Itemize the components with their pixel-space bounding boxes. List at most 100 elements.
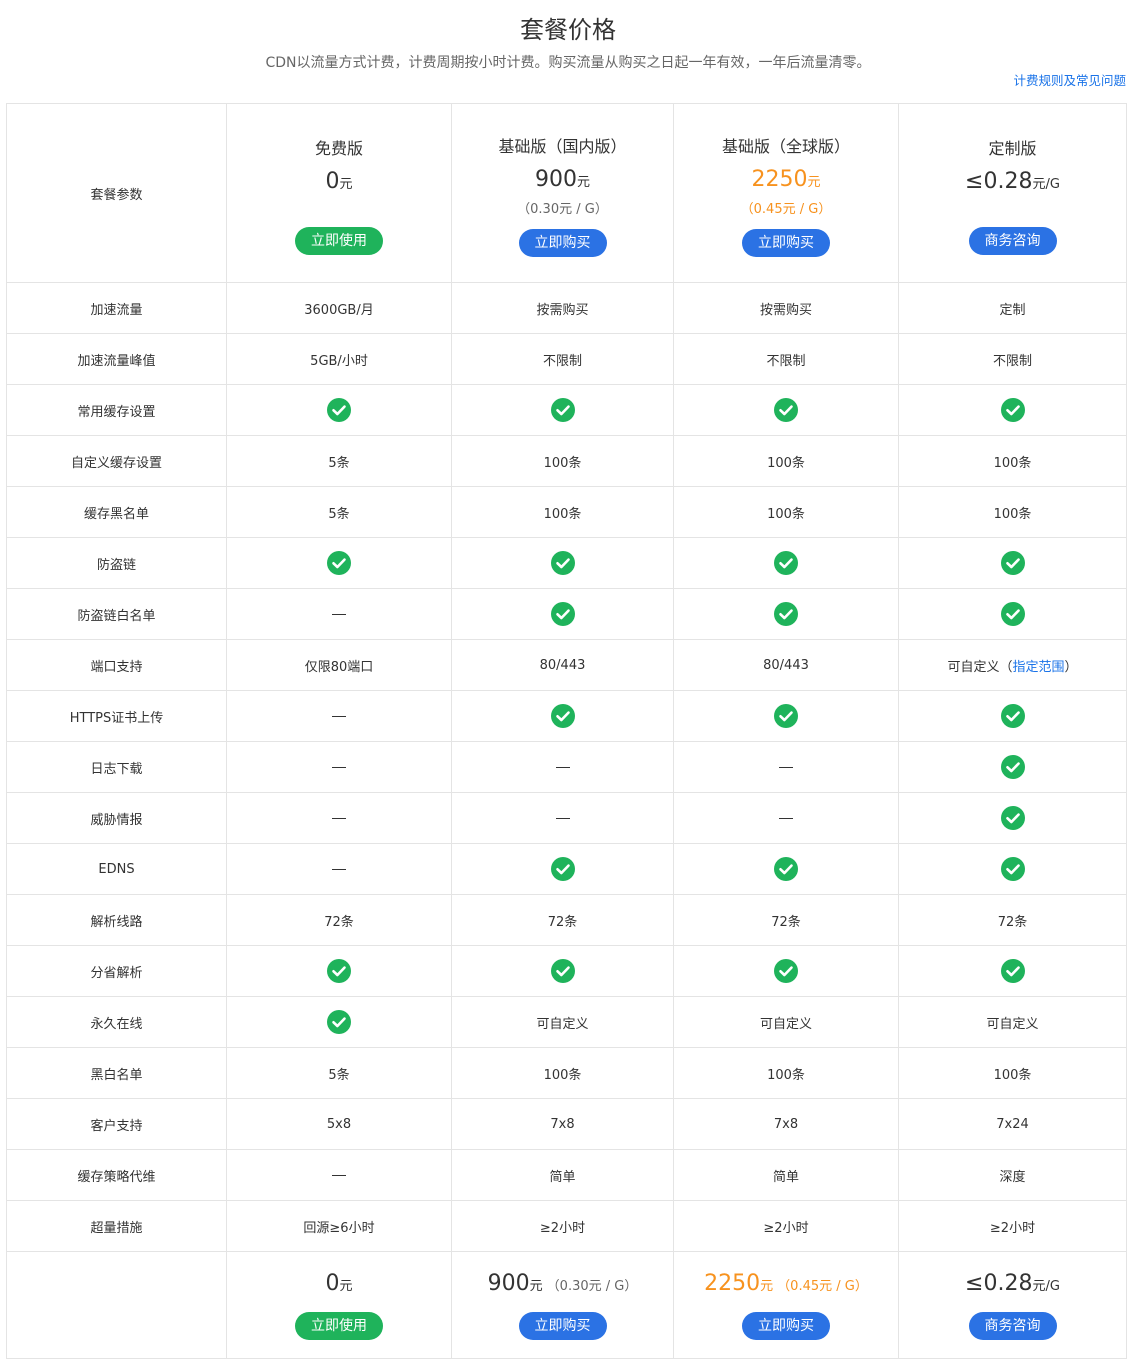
check-icon	[1000, 704, 1025, 728]
feature-row: 客户支持 5x8 7x8 7x8 7x24	[6, 1098, 1127, 1150]
buy-now-button[interactable]: 立即购买	[742, 229, 830, 257]
feature-cell: 100条	[673, 1047, 899, 1099]
dash-icon	[332, 1174, 346, 1176]
feature-row: HTTPS证书上传	[6, 690, 1127, 742]
dash-icon	[779, 766, 793, 768]
cell-text: 100条	[993, 1067, 1032, 1083]
price-unit: 元	[529, 1278, 543, 1294]
buy-now-button[interactable]: 立即购买	[742, 1311, 830, 1340]
price-per-gb: （0.30元 / G）	[517, 202, 608, 217]
feature-label: 常用缓存设置	[6, 384, 227, 436]
price-unit: 元	[576, 175, 590, 190]
cell-text-suffix: ）	[1064, 659, 1078, 675]
price-line: 2250元	[674, 167, 898, 196]
buy-now-button[interactable]: 立即购买	[518, 229, 607, 257]
business-consult-button[interactable]: 商务咨询	[968, 1311, 1057, 1340]
cell-text: ≥2小时	[763, 1220, 809, 1236]
feature-cell	[226, 945, 452, 997]
feature-cell: 7x8	[673, 1098, 899, 1150]
plan-column-footer: 2250元 （0.45元 / G） 立即购买	[673, 1251, 899, 1359]
check-icon	[1000, 398, 1025, 422]
price-amount: 900	[534, 167, 577, 192]
feature-cell: 仅限80端口	[226, 639, 452, 691]
feature-cell	[226, 690, 452, 742]
feature-row: 超量措施 回源≥6小时 ≥2小时 ≥2小时 ≥2小时	[6, 1200, 1127, 1252]
row-label: 套餐参数	[6, 103, 227, 283]
feature-cell	[451, 384, 674, 436]
price-unit: 元	[339, 177, 353, 192]
price-amount: ≤0.28	[965, 169, 1033, 194]
business-consult-button[interactable]: 商务咨询	[968, 227, 1057, 255]
cell-text: 仅限80端口	[304, 659, 374, 675]
feature-cell	[898, 690, 1127, 742]
feature-label: EDNS	[6, 843, 227, 895]
feature-cell	[898, 792, 1127, 844]
feature-cell: 可自定义	[673, 996, 899, 1048]
buy-now-button[interactable]: 立即购买	[518, 1311, 607, 1340]
price-per-gb: （0.45元 / G）	[740, 202, 832, 217]
feature-cell	[898, 843, 1127, 895]
check-icon	[774, 959, 798, 983]
check-icon	[550, 857, 575, 881]
plan-name: 基础版（全球版）	[721, 137, 850, 156]
cell-text: 简单	[772, 1169, 799, 1185]
cell-text: 100条	[543, 455, 582, 471]
port-range-link[interactable]: 指定范围	[1012, 660, 1064, 675]
feature-label: 加速流量峰值	[6, 333, 227, 385]
plan-column-footer: ≤0.28元/G 商务咨询	[898, 1251, 1127, 1359]
check-icon	[774, 551, 798, 575]
faq-link[interactable]: 计费规则及常见问题	[1013, 70, 1126, 89]
feature-cell: 80/443	[451, 639, 674, 691]
dash-icon	[332, 613, 346, 615]
feature-cell: 简单	[451, 1149, 674, 1201]
cell-text: 7x24	[996, 1116, 1029, 1132]
feature-cell: 72条	[673, 894, 899, 946]
feature-cell	[673, 792, 899, 844]
plan-column-header: 免费版 0元 立即使用	[226, 103, 452, 283]
feature-row: 黑白名单 5条 100条 100条 100条	[6, 1047, 1127, 1099]
cell-text: 5条	[328, 455, 350, 471]
feature-cell: 100条	[451, 1047, 674, 1099]
cell-text: 100条	[543, 1067, 582, 1083]
feature-cell	[673, 690, 899, 742]
feature-cell	[226, 384, 452, 436]
price-line: 900元 （0.30元 / G）	[452, 1271, 673, 1300]
button-wrap: 商务咨询	[899, 1300, 1126, 1340]
price-unit: 元	[807, 175, 821, 190]
feature-cell: 80/443	[673, 639, 899, 691]
cell-text: 72条	[997, 914, 1028, 930]
feature-cell	[451, 945, 674, 997]
feature-cell: 7x24	[898, 1098, 1127, 1150]
feature-cell: 可自定义（指定范围）	[898, 639, 1127, 691]
feature-cell	[451, 741, 674, 793]
check-icon	[550, 398, 575, 422]
dash-icon	[332, 715, 346, 717]
check-icon	[1000, 857, 1025, 881]
feature-cell	[673, 588, 899, 640]
feature-row: 威胁情报	[6, 792, 1127, 844]
feature-label: 防盗链	[6, 537, 227, 589]
cell-text: 不限制	[766, 353, 806, 369]
check-icon	[550, 704, 575, 728]
plan-name: 定制版	[988, 139, 1037, 158]
check-icon	[327, 959, 351, 983]
cell-text: 可自定义	[536, 1016, 589, 1032]
feature-label: 客户支持	[6, 1098, 227, 1150]
use-now-button[interactable]: 立即使用	[295, 1311, 383, 1340]
feature-cell	[673, 945, 899, 997]
use-now-button[interactable]: 立即使用	[295, 227, 383, 255]
cell-text: 简单	[549, 1169, 576, 1185]
feature-cell: 100条	[898, 435, 1127, 487]
check-icon	[550, 959, 575, 983]
feature-cell: 不限制	[673, 333, 899, 385]
feature-label: 缓存策略代维	[6, 1149, 227, 1201]
dash-icon	[779, 817, 793, 819]
cell-text: 7x8	[773, 1116, 799, 1132]
feature-cell	[451, 690, 674, 742]
feature-label: 超量措施	[6, 1200, 227, 1252]
feature-cell	[673, 741, 899, 793]
feature-cell	[226, 996, 452, 1048]
price-line: 0元	[227, 169, 451, 198]
price-amount: 0	[325, 1270, 340, 1296]
